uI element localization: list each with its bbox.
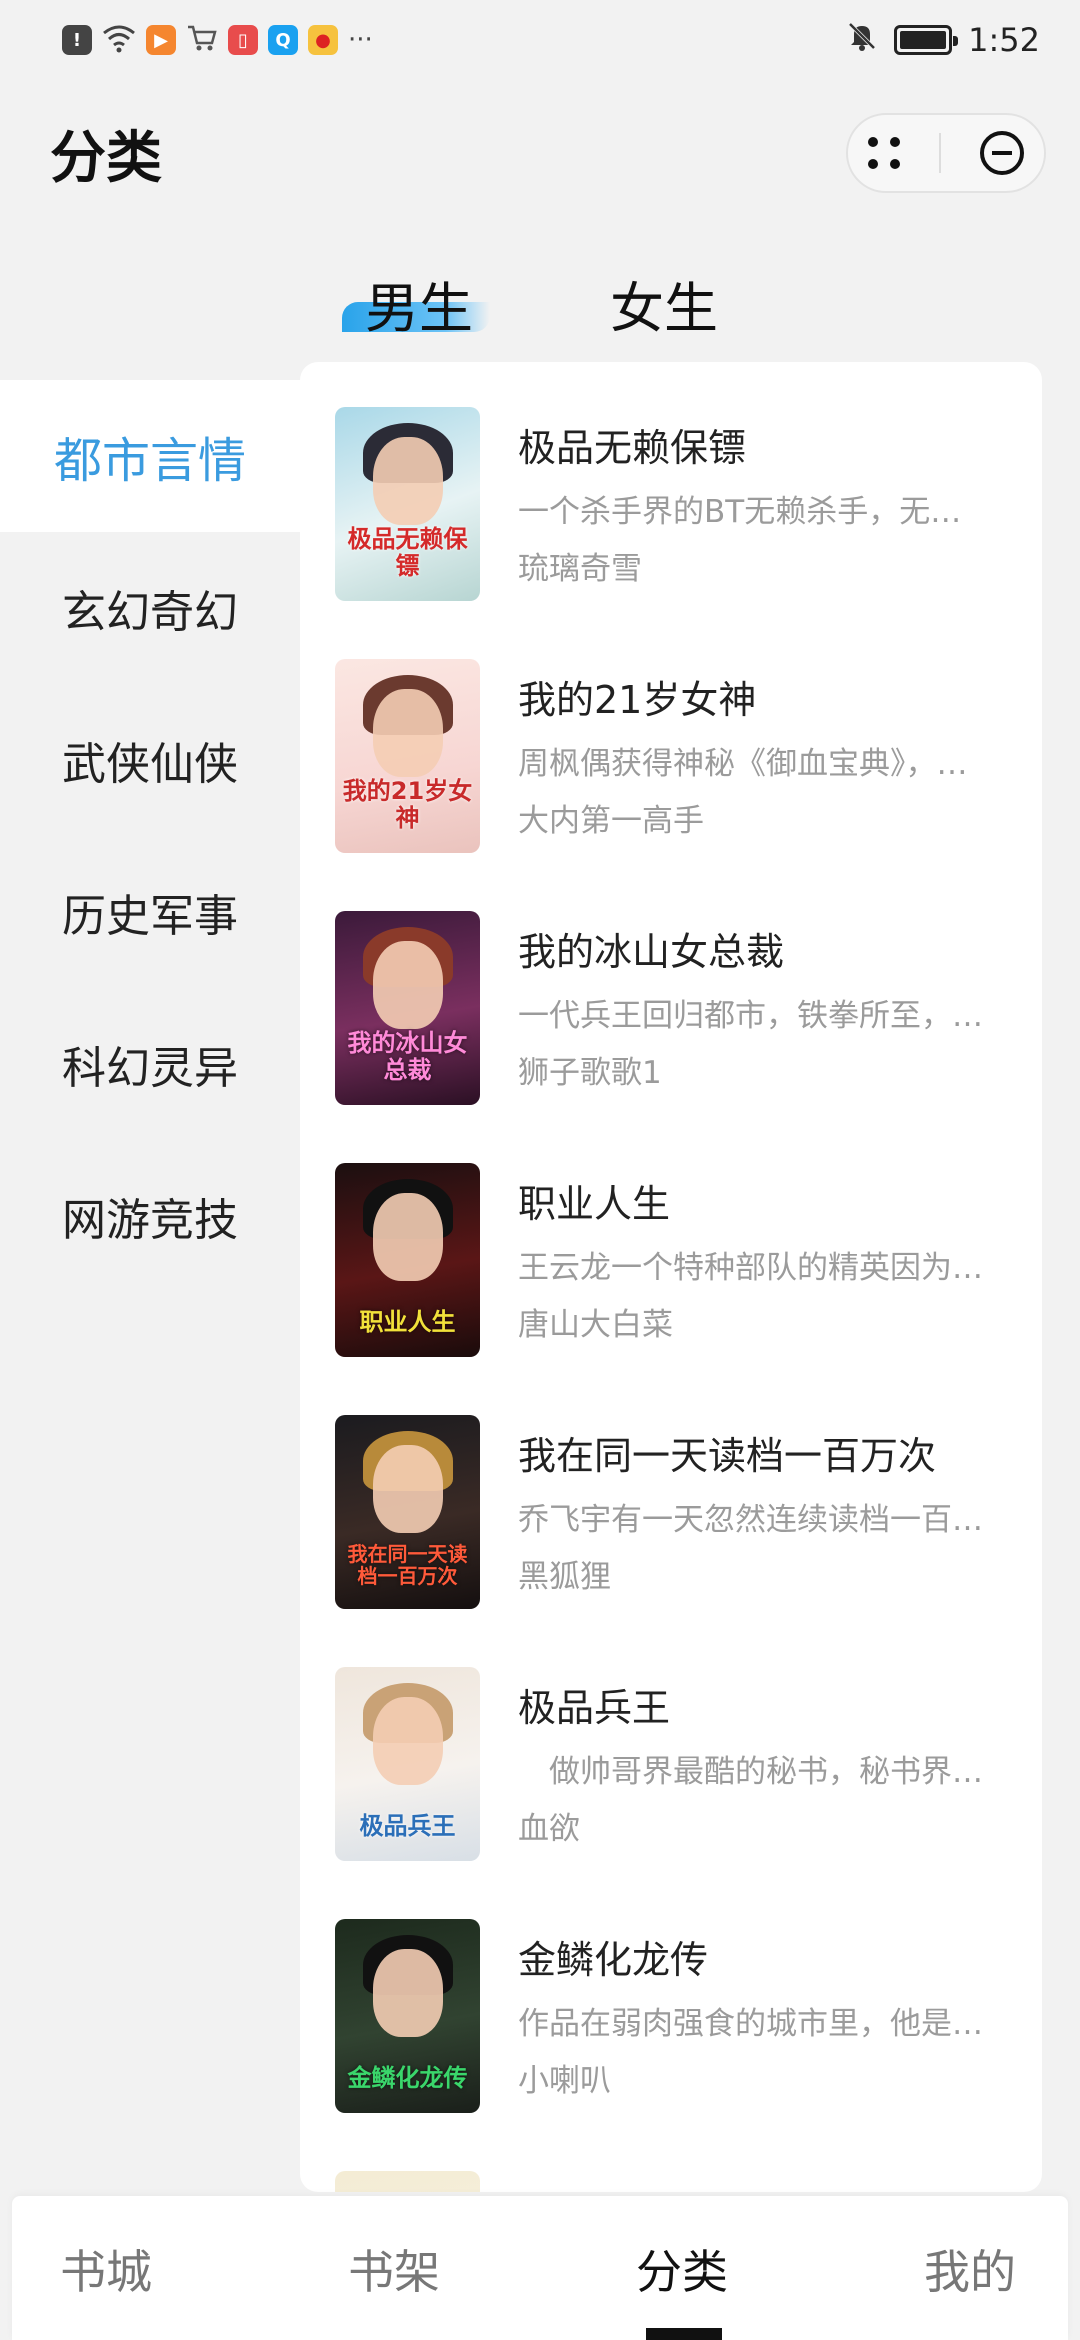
search-app-icon: Q	[268, 25, 298, 55]
list-item[interactable]: 我在同一天读档一百万次 我在同一天读档一百万次 乔飞宇有一天忽然连续读档一百… …	[335, 1415, 1025, 1609]
book-description: 周枫偶获得神秘《御血宝典》，…	[518, 746, 968, 782]
close-miniprogram-icon[interactable]	[980, 131, 1025, 175]
book-title: 我的冰山女总裁	[518, 930, 785, 974]
book-author: 黑狐狸	[518, 1559, 611, 1595]
book-title: 极品调教师	[518, 2181, 1018, 2192]
book-description: 乔飞宇有一天忽然连续读档一百…	[518, 1502, 983, 1538]
book-author: 血欲	[518, 1811, 580, 1847]
category-item-scifi-supernatural[interactable]: 科幻灵异	[0, 988, 300, 1140]
book-title: 我在同一天读档一百万次	[518, 1434, 937, 1478]
book-author: 小喇叭	[518, 2063, 611, 2099]
status-bar: ! ▶ ▯ Q ● ··· 1:52	[0, 0, 1080, 80]
weibo-icon: ●	[308, 25, 338, 55]
nav-bookshelf[interactable]: 书架	[348, 2236, 440, 2302]
more-notifications: ···	[348, 25, 373, 55]
book-cover: 职业人生	[335, 1163, 480, 1357]
category-item-wuxia[interactable]: 武侠仙侠	[0, 684, 300, 836]
alert-icon: !	[62, 25, 92, 55]
book-author: 琉璃奇雪	[518, 551, 642, 587]
list-item[interactable]: 我的21岁女神 我的21岁女神 周枫偶获得神秘《御血宝典》，… 大内第一高手	[335, 659, 1025, 853]
status-right: 1:52	[846, 20, 1040, 60]
mute-icon	[846, 20, 878, 60]
book-cover: 极品兵王	[335, 1667, 480, 1861]
capsule-divider	[938, 133, 941, 173]
list-item[interactable]: 极品兵王 极品兵王 做帅哥界最酷的秘书，秘书界… 血欲	[335, 1667, 1025, 1861]
list-item[interactable]: 我的冰山女总裁 我的冰山女总裁 一代兵王回归都市，铁拳所至，… 狮子歌歌1	[335, 911, 1025, 1105]
list-item[interactable]: 极品无赖保镖 极品无赖保镖 一个杀手界的BT无赖杀手，无… 琉璃奇雪	[335, 407, 1025, 601]
book-title: 职业人生	[518, 1182, 671, 1226]
book-cover: 我在同一天读档一百万次	[335, 1415, 480, 1609]
nav-category[interactable]: 分类	[636, 2236, 728, 2302]
book-cover: 极品无赖保镖	[335, 407, 480, 601]
book-cover	[335, 2171, 480, 2192]
book-title: 极品兵王	[518, 1686, 671, 1730]
category-item-urban-romance[interactable]: 都市言情	[0, 380, 300, 532]
book-author: 唐山大白菜	[518, 1307, 673, 1343]
wifi-icon	[102, 23, 136, 57]
category-item-history-military[interactable]: 历史军事	[0, 836, 300, 988]
category-item-fantasy[interactable]: 玄幻奇幻	[0, 532, 300, 684]
book-cover: 我的冰山女总裁	[335, 911, 480, 1105]
page-title: 分类	[50, 125, 162, 191]
bottom-nav: 书城 书架 分类 我的	[12, 2196, 1068, 2340]
tab-male[interactable]: 男生	[365, 264, 473, 343]
book-cover: 金鳞化龙传	[335, 1919, 480, 2113]
book-author: 狮子歌歌1	[518, 1055, 662, 1091]
book-description: 一代兵王回归都市，铁拳所至，…	[518, 998, 983, 1034]
book-description: 一个杀手界的BT无赖杀手，无…	[518, 494, 962, 530]
nav-mine[interactable]: 我的	[924, 2236, 1016, 2302]
book-description: 做帅哥界最酷的秘书，秘书界…	[518, 1754, 983, 1790]
notification-icons: ! ▶ ▯ Q ● ···	[62, 23, 373, 57]
nav-bookstore[interactable]: 书城	[60, 2236, 152, 2302]
category-item-gaming[interactable]: 网游竞技	[0, 1140, 300, 1292]
book-title: 极品无赖保镖	[518, 426, 747, 470]
header: 分类	[0, 80, 1080, 226]
shopping-cart-icon	[186, 23, 218, 57]
list-item[interactable]: 职业人生 职业人生 王云龙一个特种部队的精英因为… 唐山大白菜	[335, 1163, 1025, 1357]
book-list: 极品无赖保镖 极品无赖保镖 一个杀手界的BT无赖杀手，无… 琉璃奇雪 我的21岁…	[300, 362, 1042, 2192]
book-cover: 我的21岁女神	[335, 659, 480, 853]
video-app-icon: ▶	[146, 25, 176, 55]
book-description: 王云龙一个特种部队的精英因为…	[518, 1250, 983, 1286]
list-item[interactable]: 金鳞化龙传 金鳞化龙传 作品在弱肉强食的城市里，他是… 小喇叭	[335, 1919, 1025, 2113]
nav-active-indicator	[646, 2328, 722, 2340]
reader-app-icon: ▯	[228, 25, 258, 55]
book-description: 作品在弱肉强食的城市里，他是…	[518, 2006, 983, 2042]
battery-icon	[894, 25, 959, 55]
category-list: 都市言情 玄幻奇幻 武侠仙侠 历史军事 科幻灵异 网游竞技	[0, 380, 300, 1292]
list-item[interactable]: 极品调教师	[335, 2171, 1025, 2192]
gender-tabs: 男生 女生	[0, 240, 1080, 350]
clock: 1:52	[968, 21, 1040, 59]
more-menu-icon[interactable]	[867, 137, 900, 169]
tab-female[interactable]: 女生	[610, 264, 718, 343]
book-title: 金鳞化龙传	[518, 1938, 709, 1982]
book-author: 大内第一高手	[518, 803, 704, 839]
book-title: 我的21岁女神	[518, 678, 757, 722]
mini-program-capsule	[846, 113, 1046, 193]
